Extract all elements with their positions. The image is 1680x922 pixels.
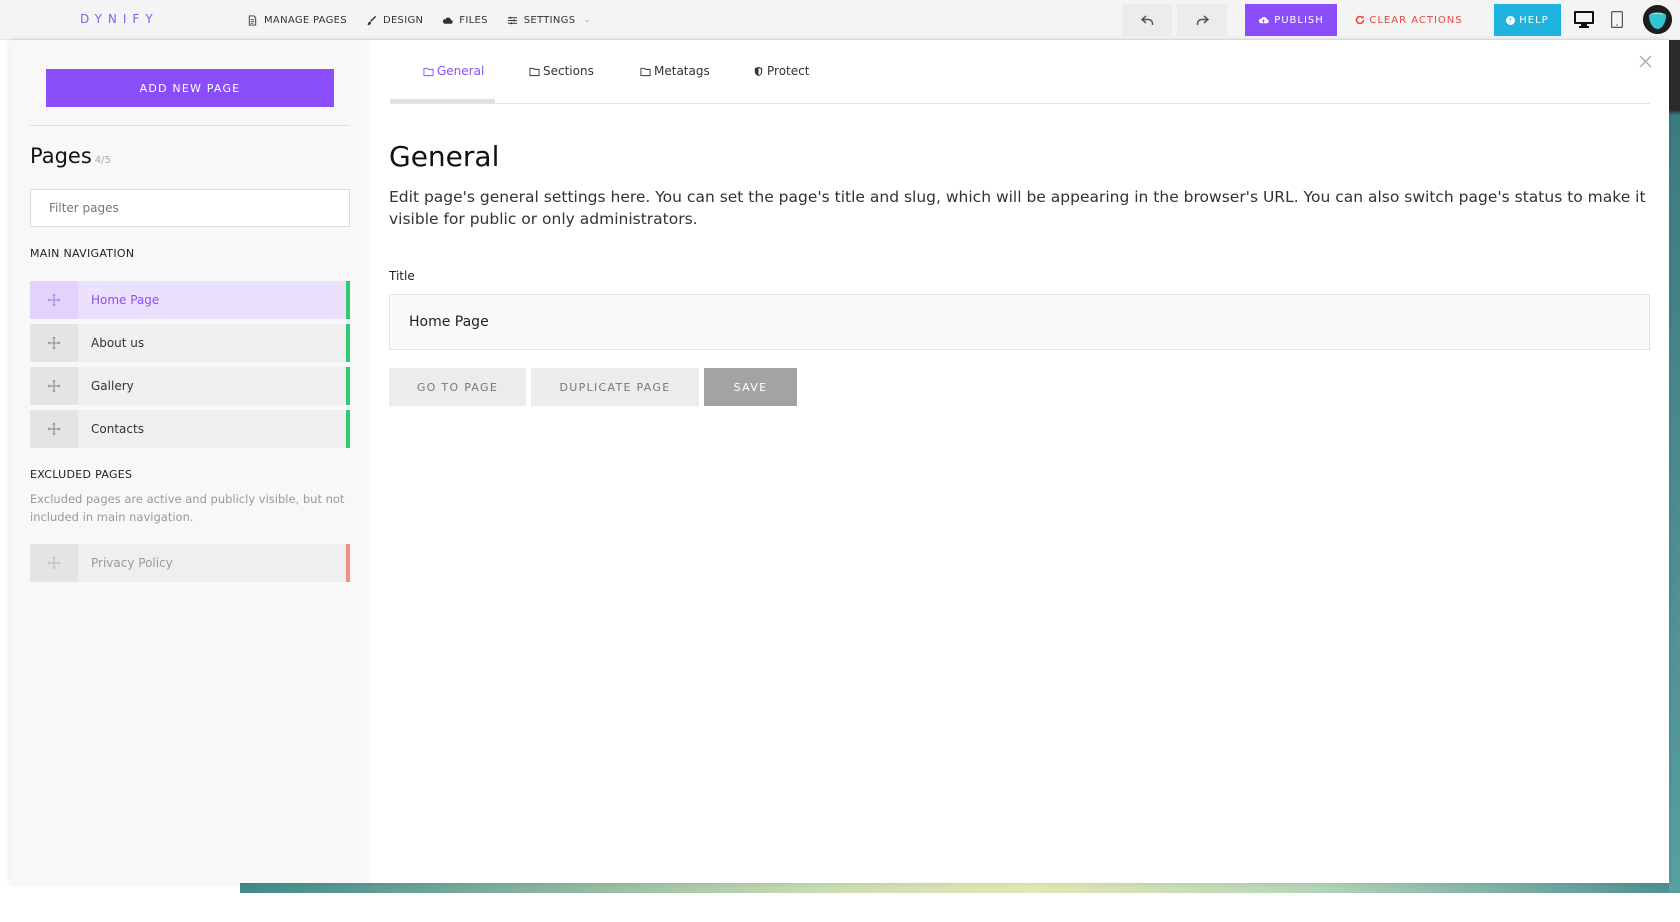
move-icon — [47, 422, 61, 436]
top-toolbar: DYNIFY MANAGE PAGES DESIGN FILES SETTING… — [0, 0, 1680, 40]
nav-label: SETTINGS — [523, 14, 576, 26]
nav-manage-pages[interactable]: MANAGE PAGES — [247, 15, 347, 26]
page-item-label: Contacts — [91, 422, 144, 436]
folder-icon — [423, 67, 434, 76]
shield-icon — [754, 66, 763, 76]
page-item-gallery[interactable]: Gallery — [30, 367, 350, 405]
nav-label: DESIGN — [382, 14, 424, 26]
add-new-page-button[interactable]: ADD NEW PAGE — [46, 69, 334, 107]
sliders-icon — [507, 16, 517, 24]
move-icon — [47, 336, 61, 350]
nav-settings[interactable]: SETTINGS ⌄ — [507, 15, 591, 26]
tab-general[interactable]: General — [423, 64, 484, 78]
divider — [30, 125, 350, 126]
logo[interactable]: DYNIFY — [80, 12, 159, 26]
nav-label: MANAGE PAGES — [264, 14, 347, 26]
save-button[interactable]: SAVE — [704, 368, 797, 406]
avatar[interactable] — [1643, 5, 1672, 34]
title-field-label: Title — [389, 269, 415, 283]
svg-text:?: ? — [1508, 16, 1513, 25]
status-bar — [346, 410, 350, 448]
drag-handle[interactable] — [30, 281, 78, 319]
page-item-home[interactable]: Home Page — [30, 281, 350, 319]
folder-icon — [640, 67, 651, 76]
background-strip — [240, 883, 1680, 893]
desktop-view-icon[interactable] — [1574, 11, 1594, 32]
brush-icon — [367, 15, 377, 25]
drag-handle[interactable] — [30, 410, 78, 448]
pages-sidebar: ADD NEW PAGE Pages4/5 MAIN NAVIGATION Ho… — [10, 40, 370, 883]
publish-button[interactable]: PUBLISH — [1245, 4, 1337, 36]
question-circle-icon: ? — [1506, 15, 1516, 25]
chevron-down-icon: ⌄ — [583, 15, 592, 25]
page-description: Edit page's general settings here. You c… — [389, 188, 1646, 228]
status-bar — [346, 367, 350, 405]
tab-sections[interactable]: Sections — [529, 64, 594, 78]
close-icon[interactable] — [1639, 53, 1652, 72]
tablet-view-icon[interactable] — [1611, 11, 1624, 32]
nav-files[interactable]: FILES — [442, 15, 487, 26]
duplicate-page-button[interactable]: DUPLICATE PAGE — [531, 368, 699, 406]
undo-icon — [1140, 14, 1153, 25]
tab-label: Metatags — [654, 64, 710, 78]
help-button[interactable]: ? HELP — [1494, 4, 1561, 36]
settings-tabs: General Sections Metatags Protect — [390, 40, 1650, 104]
main-navigation-label: MAIN NAVIGATION — [30, 247, 135, 260]
pages-title-text: Pages — [30, 144, 92, 168]
clear-actions-button[interactable]: CLEAR ACTIONS — [1350, 4, 1468, 36]
redo-icon — [1196, 14, 1209, 25]
manage-pages-modal: ADD NEW PAGE Pages4/5 MAIN NAVIGATION Ho… — [10, 40, 1669, 883]
pages-count: 4/5 — [94, 155, 111, 166]
page-item-contacts[interactable]: Contacts — [30, 410, 350, 448]
move-icon — [47, 379, 61, 393]
tab-protect[interactable]: Protect — [753, 64, 809, 78]
cloud-icon — [443, 17, 453, 24]
drag-handle[interactable] — [30, 324, 78, 362]
excluded-pages-label: EXCLUDED PAGES — [30, 468, 133, 481]
go-to-page-button[interactable]: GO TO PAGE — [389, 368, 526, 406]
move-icon — [47, 293, 61, 307]
tab-label: General — [437, 64, 485, 78]
page-item-label: Privacy Policy — [91, 556, 173, 570]
tab-label: Sections — [543, 64, 594, 78]
cloud-upload-icon — [1259, 17, 1269, 24]
page-item-label: Gallery — [91, 379, 134, 393]
pages-title: Pages 4/5 — [30, 144, 111, 168]
tab-label: Protect — [767, 64, 810, 78]
redo-button[interactable] — [1177, 4, 1227, 36]
status-bar — [346, 281, 350, 319]
page-item-privacy-policy[interactable]: Privacy Policy — [30, 544, 350, 582]
drag-handle[interactable] — [30, 544, 78, 582]
folder-icon — [529, 67, 540, 76]
page-item-label: Home Page — [91, 293, 160, 307]
active-tab-indicator — [390, 99, 495, 103]
filter-pages-input[interactable] — [30, 189, 350, 227]
status-bar — [346, 544, 350, 582]
page-item-about[interactable]: About us — [30, 324, 350, 362]
publish-label: PUBLISH — [1274, 14, 1324, 26]
page-item-label: About us — [91, 336, 145, 350]
help-label: HELP — [1519, 14, 1549, 26]
nav-label: FILES — [459, 14, 488, 26]
background-strip — [1669, 40, 1680, 893]
excluded-pages-description: Excluded pages are active and publicly v… — [30, 492, 345, 524]
title-field[interactable] — [389, 294, 1650, 350]
tab-metatags[interactable]: Metatags — [640, 64, 710, 78]
page-title: General — [389, 140, 500, 173]
move-icon — [47, 556, 61, 570]
status-bar — [346, 324, 350, 362]
main-nav: MANAGE PAGES DESIGN FILES SETTINGS ⌄ — [247, 0, 610, 40]
nav-design[interactable]: DESIGN — [366, 15, 423, 26]
clear-label: CLEAR ACTIONS — [1369, 14, 1463, 26]
drag-handle[interactable] — [30, 367, 78, 405]
undo-button[interactable] — [1122, 4, 1172, 36]
document-icon — [248, 14, 257, 26]
refresh-icon — [1356, 15, 1365, 25]
